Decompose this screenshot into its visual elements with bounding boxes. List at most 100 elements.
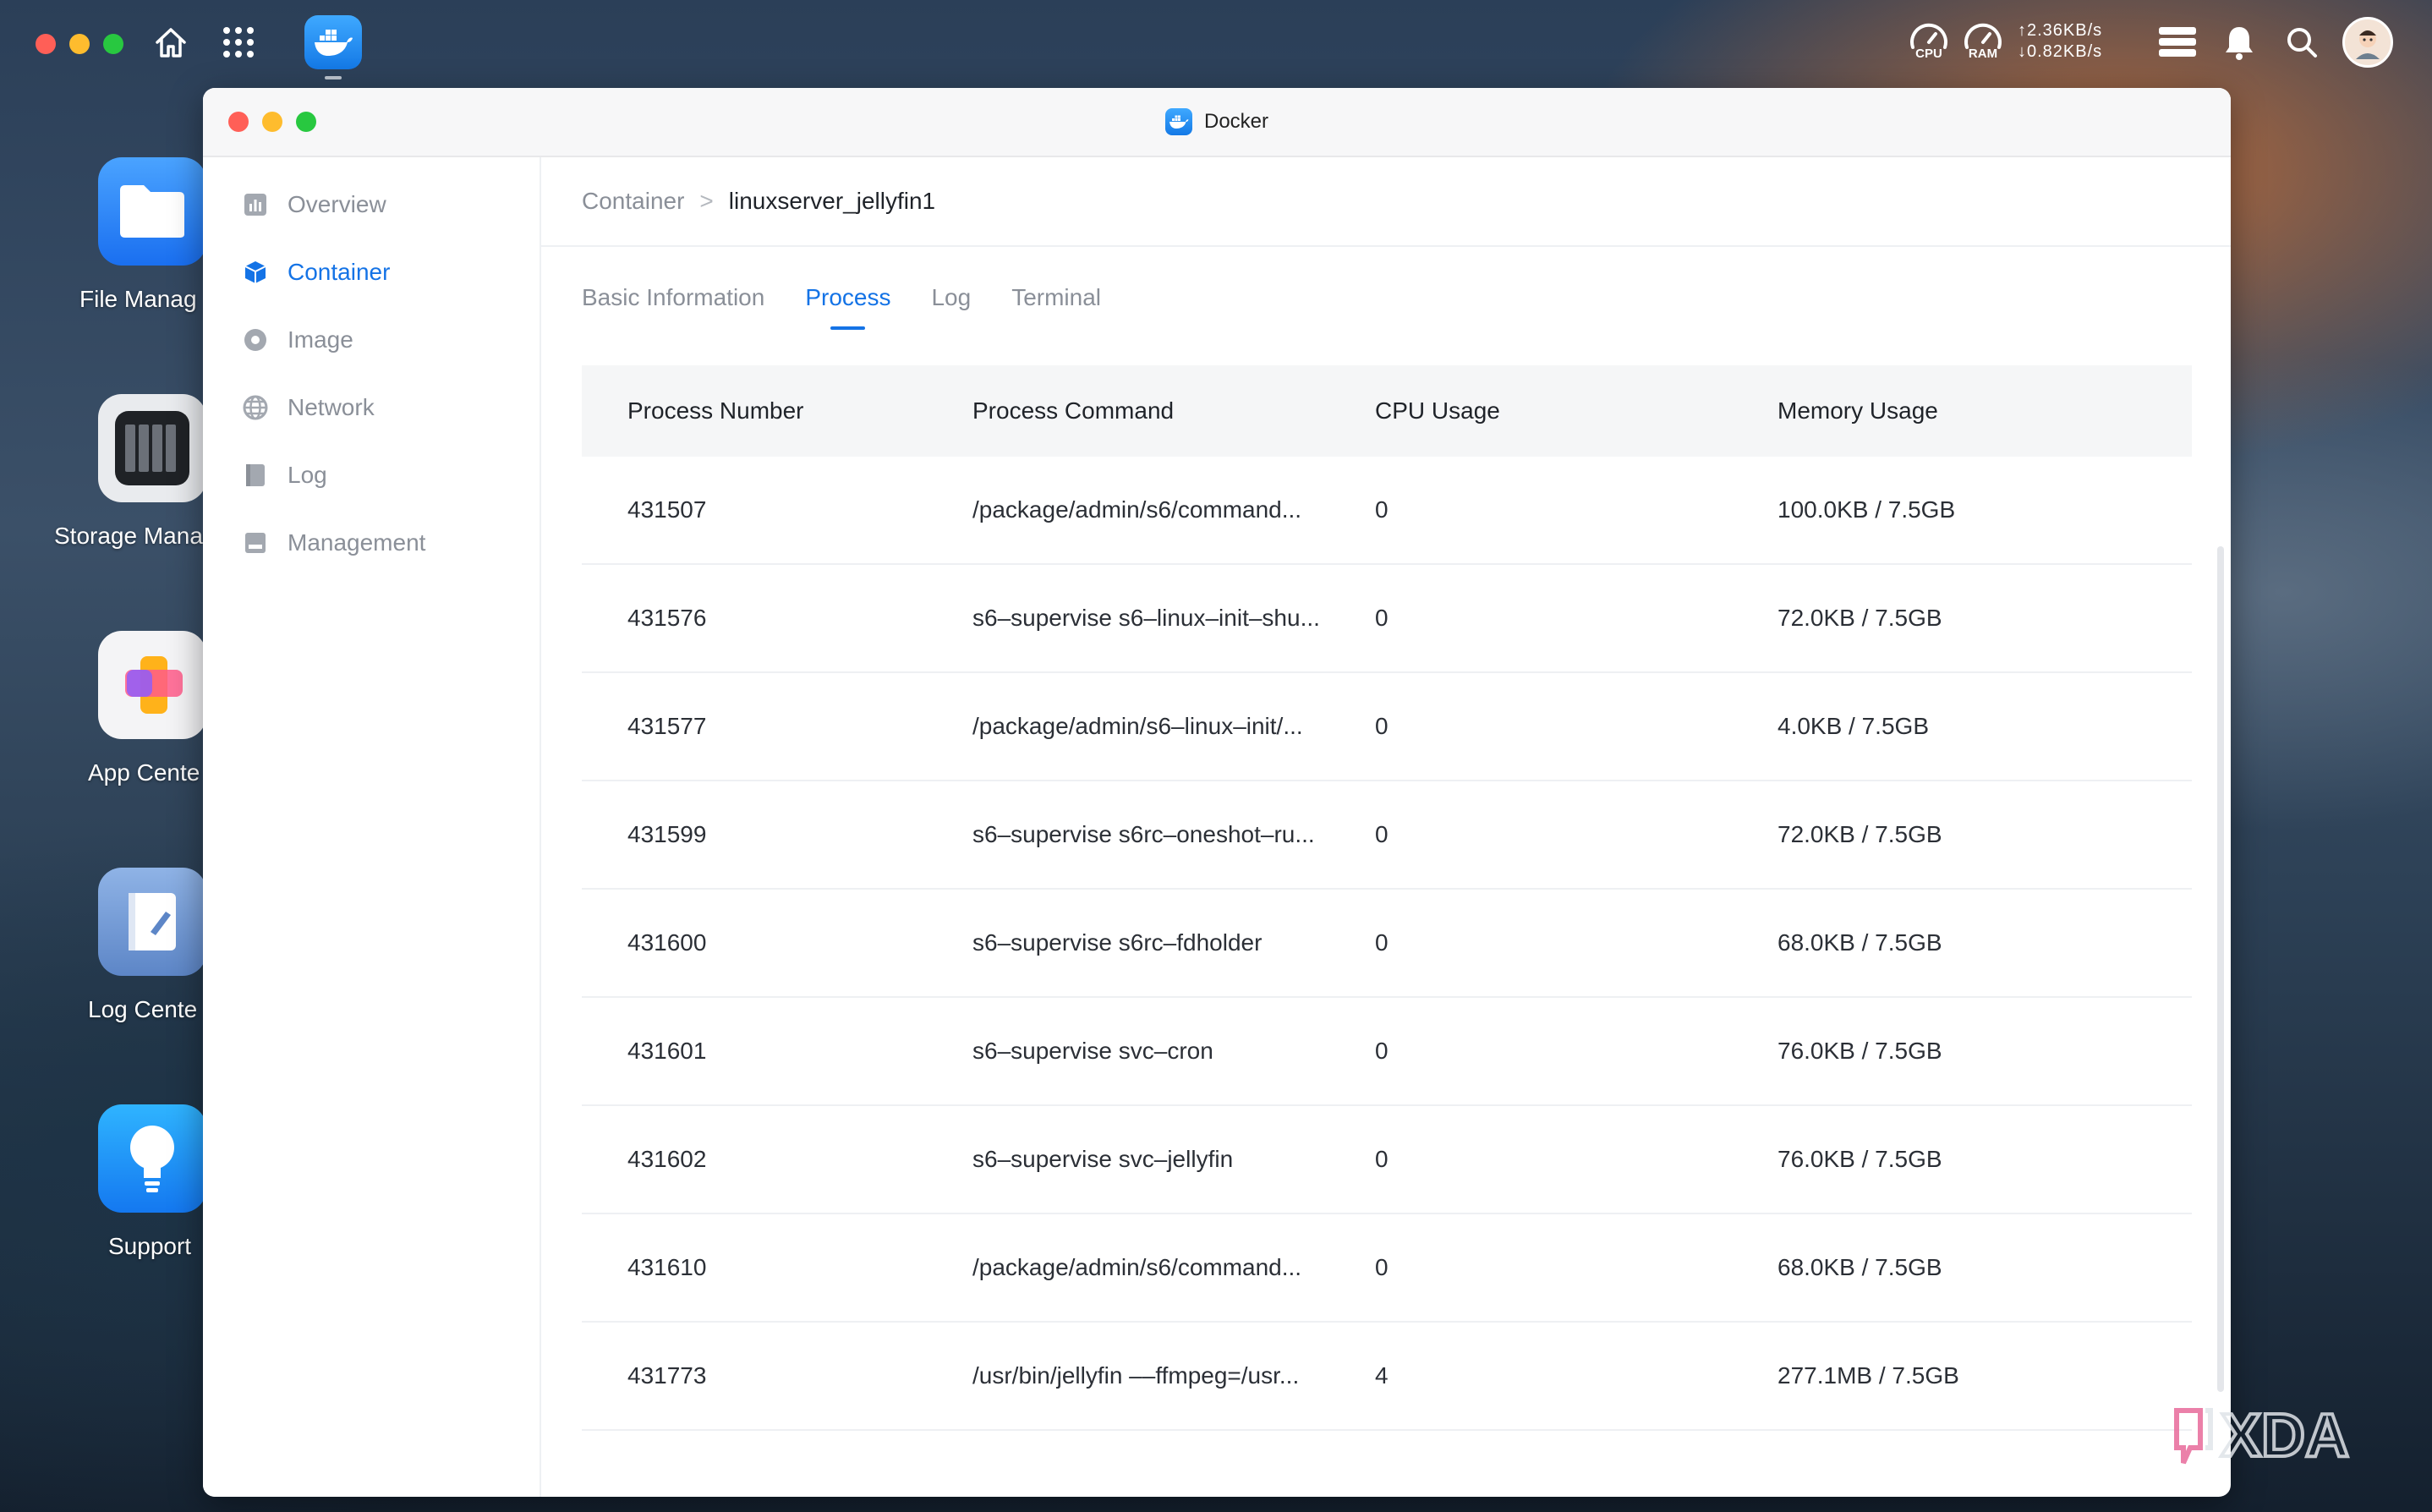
- sidebar-item-label: Management: [288, 529, 426, 556]
- app-center-icon: [98, 631, 206, 739]
- breadcrumb-parent[interactable]: Container: [582, 188, 684, 215]
- table-header: Process Number Process Command CPU Usage…: [582, 365, 2192, 457]
- sidebar-item-overview[interactable]: Overview: [242, 184, 386, 225]
- cpu-usage: 0: [1375, 496, 1389, 523]
- cpu-usage: 0: [1375, 605, 1389, 631]
- process-command: /usr/bin/jellyfin ––ffmpeg=/usr...: [972, 1362, 1300, 1389]
- table-row[interactable]: 431610 /package/admin/s6/command... 0 68…: [582, 1214, 2192, 1323]
- process-table: Process Number Process Command CPU Usage…: [582, 365, 2192, 1431]
- tab-bar: Basic Information Process Log Terminal: [582, 284, 1101, 330]
- memory-usage: 277.1MB / 7.5GB: [1777, 1362, 1959, 1389]
- sidebar-item-network[interactable]: Network: [242, 387, 375, 428]
- process-number: 431602: [627, 1146, 707, 1172]
- xda-logo: XDA: [2172, 1400, 2417, 1471]
- cpu-usage: 0: [1375, 1038, 1389, 1064]
- breadcrumb-current: linuxserver_jellyfin1: [728, 188, 936, 214]
- memory-usage: 72.0KB / 7.5GB: [1777, 821, 1942, 847]
- memory-usage: 68.0KB / 7.5GB: [1777, 1254, 1942, 1280]
- table-row[interactable]: 431601 s6–supervise svc–cron 0 76.0KB / …: [582, 998, 2192, 1106]
- storage-icon: [98, 394, 206, 502]
- process-number: 431577: [627, 713, 707, 739]
- ram-label: RAM: [1968, 47, 1998, 61]
- process-command: s6–supervise s6rc–oneshot–ru...: [972, 821, 1315, 847]
- memory-usage: 76.0KB / 7.5GB: [1777, 1146, 1942, 1172]
- memory-usage: 68.0KB / 7.5GB: [1777, 929, 1942, 956]
- process-number: 431600: [627, 929, 707, 956]
- sidebar: Overview Container Image Network Log Man…: [203, 157, 541, 1497]
- window-titlebar[interactable]: Docker: [203, 88, 2231, 157]
- docker-icon: [1164, 108, 1192, 135]
- home-icon[interactable]: [149, 20, 193, 64]
- cpu-label: CPU: [1915, 47, 1942, 61]
- window-title: Docker: [203, 108, 2231, 135]
- table-row[interactable]: 431773 /usr/bin/jellyfin ––ffmpeg=/usr..…: [582, 1323, 2192, 1431]
- sidebar-item-label: Overview: [288, 191, 386, 217]
- svg-text:XDA: XDA: [2221, 1404, 2349, 1470]
- table-row[interactable]: 431507 /package/admin/s6/command... 0 10…: [582, 457, 2192, 565]
- tab-process[interactable]: Process: [805, 284, 890, 330]
- table-row[interactable]: 431600 s6–supervise s6rc–fdholder 0 68.0…: [582, 890, 2192, 998]
- memory-usage: 100.0KB / 7.5GB: [1777, 496, 1956, 523]
- desktop-minimize-dot[interactable]: [69, 34, 90, 54]
- cpu-usage: 4: [1375, 1362, 1389, 1389]
- docker-app-icon[interactable]: [304, 15, 362, 69]
- process-number: 431599: [627, 821, 707, 847]
- process-number: 431610: [627, 1254, 707, 1280]
- image-icon: [242, 326, 269, 353]
- sidebar-item-label: Log: [288, 462, 327, 488]
- breadcrumb-separator: >: [699, 188, 714, 214]
- table-row[interactable]: 431576 s6–supervise s6–linux–init–shu...…: [582, 565, 2192, 673]
- sidebar-item-label: Network: [288, 394, 375, 420]
- sidebar-item-label: Image: [288, 326, 353, 353]
- cpu-usage: 0: [1375, 1254, 1389, 1280]
- process-command: /package/admin/s6–linux–init/...: [972, 713, 1303, 739]
- ram-gauge-icon[interactable]: RAM: [1962, 20, 2004, 63]
- process-command: /package/admin/s6/command...: [972, 496, 1302, 523]
- cpu-usage: 0: [1375, 1146, 1389, 1172]
- cpu-usage: 0: [1375, 821, 1389, 847]
- lightbulb-icon: [98, 1104, 206, 1213]
- sidebar-item-container[interactable]: Container: [242, 252, 390, 293]
- docker-window: Docker Overview Container Image Network …: [203, 88, 2231, 1497]
- sidebar-item-management[interactable]: Management: [242, 523, 425, 563]
- running-indicator: [325, 76, 342, 79]
- process-command: s6–supervise s6–linux–init–shu...: [972, 605, 1320, 631]
- notification-bell-icon[interactable]: [2219, 20, 2259, 64]
- log-icon: [242, 462, 269, 489]
- process-command: s6–supervise svc–jellyfin: [972, 1146, 1234, 1172]
- network-icon: [242, 394, 269, 421]
- user-avatar[interactable]: [2342, 17, 2393, 68]
- process-number: 431773: [627, 1362, 707, 1389]
- process-number: 431576: [627, 605, 707, 631]
- tab-basic-information[interactable]: Basic Information: [582, 284, 764, 311]
- upload-speed: ↑2.36KB/s: [2018, 21, 2103, 40]
- overview-icon: [242, 191, 269, 218]
- log-center-icon: [98, 868, 206, 976]
- search-icon[interactable]: [2281, 20, 2322, 64]
- management-icon: [242, 529, 269, 556]
- tab-log[interactable]: Log: [931, 284, 971, 311]
- window-title-text: Docker: [1203, 110, 1269, 133]
- folder-icon: [98, 157, 206, 266]
- process-number: 431507: [627, 496, 707, 523]
- table-row[interactable]: 431577 /package/admin/s6–linux–init/... …: [582, 673, 2192, 781]
- table-row[interactable]: 431599 s6–supervise s6rc–oneshot–ru... 0…: [582, 781, 2192, 890]
- process-command: s6–supervise s6rc–fdholder: [972, 929, 1263, 956]
- column-header-process-number: Process Number: [627, 397, 804, 424]
- desktop-zoom-dot[interactable]: [103, 34, 123, 54]
- apps-grid-icon[interactable]: [216, 20, 260, 64]
- sidebar-item-log[interactable]: Log: [242, 455, 327, 496]
- memory-usage: 72.0KB / 7.5GB: [1777, 605, 1942, 631]
- sidebar-item-image[interactable]: Image: [242, 320, 353, 360]
- task-list-icon[interactable]: [2155, 22, 2200, 63]
- menu-bar: CPU RAM ↑2.36KB/s ↓0.82KB/s: [0, 0, 2432, 85]
- cpu-gauge-icon[interactable]: CPU: [1908, 20, 1950, 63]
- table-row[interactable]: 431602 s6–supervise svc–jellyfin 0 76.0K…: [582, 1106, 2192, 1214]
- vertical-scrollbar[interactable]: [2217, 546, 2224, 1392]
- tab-terminal[interactable]: Terminal: [1011, 284, 1101, 311]
- column-header-process-command: Process Command: [972, 397, 1175, 424]
- cpu-usage: 0: [1375, 713, 1389, 739]
- process-command: /package/admin/s6/command...: [972, 1254, 1302, 1280]
- desktop-close-dot[interactable]: [36, 34, 56, 54]
- network-speed[interactable]: ↑2.36KB/s ↓0.82KB/s: [2018, 20, 2102, 63]
